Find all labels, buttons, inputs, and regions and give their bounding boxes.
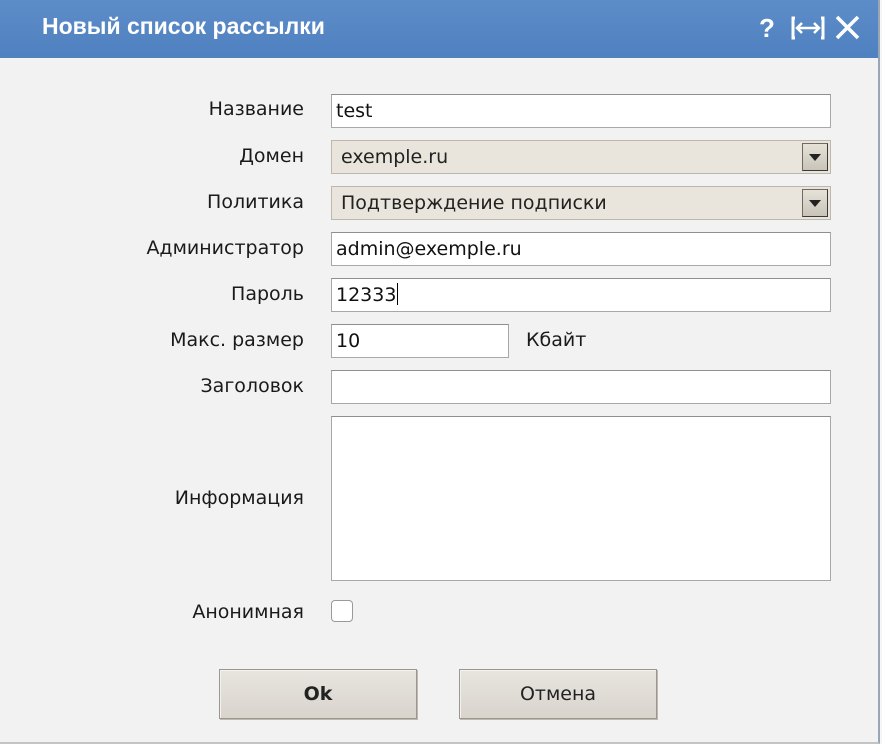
header-field[interactable] [331, 370, 831, 404]
policy-label: Политика [207, 191, 304, 213]
text-cursor [397, 283, 399, 305]
password-field[interactable]: 12333 [331, 278, 831, 312]
header-label: Заголовок [200, 375, 305, 397]
cancel-button[interactable]: Отмена [459, 669, 657, 719]
dialog-title: Новый список рассылки [42, 13, 325, 39]
name-label: Название [208, 98, 304, 120]
maxsize-field[interactable]: 10 [331, 324, 509, 358]
anonymous-label: Анонимная [192, 601, 304, 623]
maximize-icon[interactable] [790, 10, 826, 46]
policy-select-value: Подтверждение подписки [341, 192, 607, 214]
info-textarea[interactable] [331, 416, 831, 581]
admin-label: Администратор [146, 237, 304, 259]
maxsize-unit: Кбайт [526, 329, 587, 351]
domain-select-value: exemple.ru [341, 146, 449, 168]
help-icon[interactable]: ? [754, 10, 780, 46]
password-value: 12333 [336, 284, 397, 306]
info-label: Информация [174, 487, 304, 509]
domain-select[interactable]: exemple.ru [331, 140, 831, 174]
chevron-down-icon[interactable] [802, 189, 828, 217]
maxsize-label: Макс. размер [170, 329, 304, 351]
mailing-list-dialog: Новый список рассылки ? Название test До… [0, 0, 880, 744]
dialog-titlebar[interactable]: Новый список рассылки ? [0, 0, 878, 58]
chevron-down-icon[interactable] [802, 143, 828, 171]
ok-button[interactable]: Ok [219, 669, 417, 719]
name-field[interactable]: test [331, 94, 831, 128]
password-label: Пароль [231, 283, 304, 305]
close-icon[interactable] [832, 10, 862, 46]
anonymous-checkbox[interactable] [331, 600, 353, 622]
policy-select[interactable]: Подтверждение подписки [331, 186, 831, 220]
domain-label: Домен [239, 145, 304, 167]
admin-email-field[interactable]: admin@exemple.ru [331, 232, 831, 266]
